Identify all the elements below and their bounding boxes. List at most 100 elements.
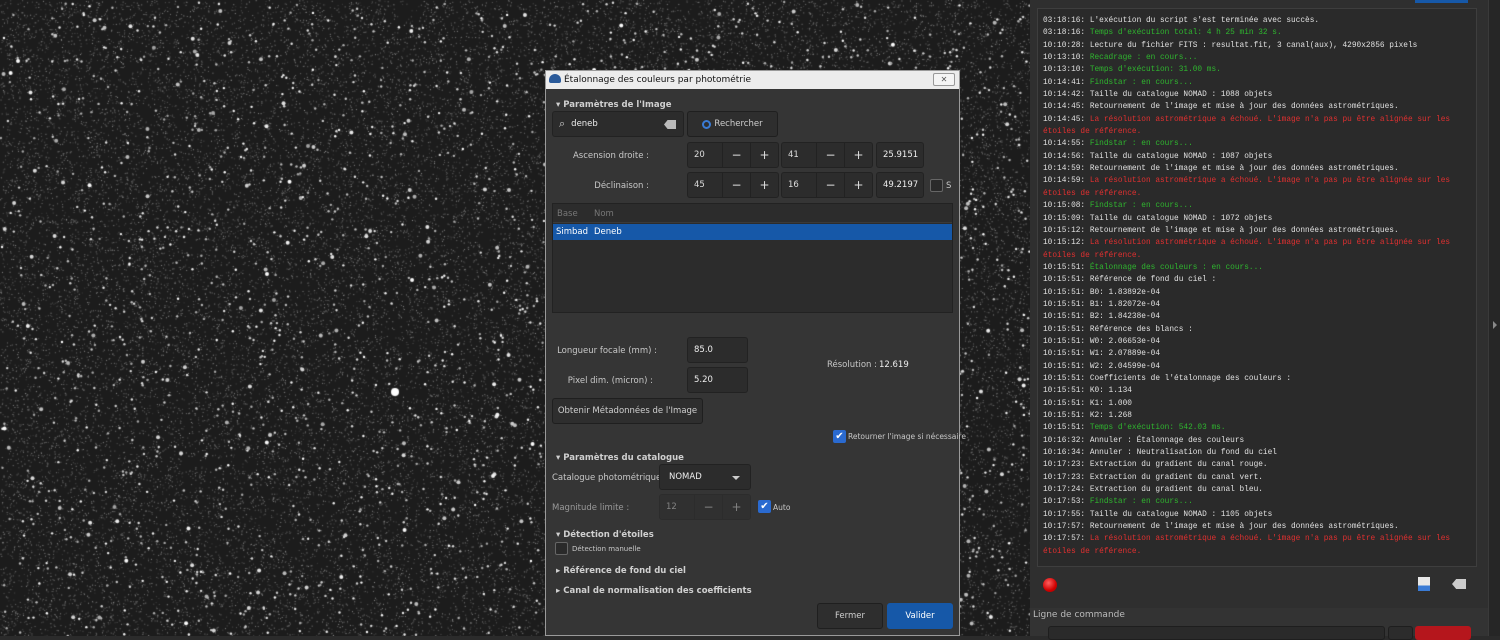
log-message: Retournement de l'image et mise à jour d… [1089,103,1399,112]
section-star-detection[interactable]: ▾ Détection d'étoiles [556,530,654,540]
ra-hours-spinbox[interactable]: 20− + [687,142,779,168]
log-message: Temps d'exécution total: 4 h 25 min 32 s… [1089,29,1282,38]
search-button[interactable]: Rechercher [687,111,778,137]
minus-button[interactable]: − [722,173,750,197]
log-line: 10:15:12: Retournement de l'image et mis… [1043,225,1471,237]
ra-minutes-spinbox[interactable]: 41− + [781,142,873,168]
plus-button[interactable]: + [750,143,778,167]
dec-minutes-value[interactable]: 16 [782,173,816,197]
get-metadata-button[interactable]: Obtenir Métadonnées de l'Image [552,398,703,424]
ra-minutes-value[interactable]: 41 [782,143,816,167]
dec-degrees-spinbox[interactable]: 45− + [687,172,779,198]
log-timestamp: 10:15:09: [1043,214,1086,223]
log-line: 10:15:12: La résolution astrométrique a … [1043,237,1471,262]
dec-minutes-spinbox[interactable]: 16− + [781,172,873,198]
clear-search-icon[interactable] [664,120,676,129]
dec-label: Déclinaison : [594,181,649,191]
plus-button[interactable]: + [844,143,872,167]
minus-button[interactable]: − [816,143,844,167]
log-message: Étalonnage des couleurs : en cours... [1089,263,1263,272]
log-line: 10:14:42: Taille du catalogue NOMAD : 10… [1043,89,1471,101]
log-line: 10:14:56: Taille du catalogue NOMAD : 10… [1043,151,1471,163]
log-message: Taille du catalogue NOMAD : 1087 objets [1089,152,1273,161]
status-red-dot-icon [1043,578,1057,592]
focal-length-field[interactable]: 85.0 [687,337,748,363]
close-icon[interactable]: ✕ [933,73,955,86]
color-calibration-dialog: Étalonnage des couleurs par photométrie … [545,70,966,636]
log-message: Findstar : en cours... [1089,78,1193,87]
dialog-titlebar[interactable]: Étalonnage des couleurs par photométrie … [546,71,959,89]
close-button[interactable]: Fermer [817,603,883,629]
log-line: 10:16:34: Annuler : Neutralisation du fo… [1043,447,1471,459]
log-line: 10:10:28: Lecture du fichier FITS : resu… [1043,40,1471,52]
log-message: Taille du catalogue NOMAD : 1088 objets [1089,91,1273,100]
history-button[interactable] [1388,626,1413,640]
log-timestamp: 10:14:59: [1043,165,1086,174]
section-normalisation[interactable]: ▸ Canal de normalisation des coefficient… [556,586,752,596]
minus-button[interactable]: − [722,143,750,167]
dec-seconds-field[interactable]: 49.2197 [876,172,924,198]
ra-seconds-field[interactable]: 25.9151 [876,142,924,168]
log-message: Findstar : en cours... [1089,140,1193,149]
column-header-nom[interactable]: Nom [594,209,614,219]
column-header-base[interactable]: Base [557,209,578,219]
log-line: 10:17:57: Retournement de l'image et mis… [1043,521,1471,533]
log-message: K0: 1.134 [1089,387,1132,396]
section-catalogue-params[interactable]: ▾ Paramètres du catalogue [556,453,684,463]
ra-hours-value[interactable]: 20 [688,143,722,167]
cell-base: Simbad [556,227,589,237]
maglim-spinbox: 12 − + [659,494,751,520]
search-value: deneb [571,119,598,129]
dec-degrees-value[interactable]: 45 [688,173,722,197]
log-timestamp: 03:18:16: [1043,29,1086,38]
panel-side-handle[interactable] [1488,0,1500,636]
app-logo-icon [549,74,561,83]
section-image-params[interactable]: ▾ Paramètres de l'Image [556,100,672,110]
log-line: 10:15:51: Référence des blancs : [1043,324,1471,336]
south-checkbox[interactable] [930,179,943,192]
clear-log-icon[interactable] [1452,579,1466,589]
log-line: 10:14:41: Findstar : en cours... [1043,77,1471,89]
stop-button[interactable] [1415,626,1471,640]
cell-nom: Deneb [594,227,622,237]
log-line: 10:15:51: B1: 1.82072e-04 [1043,299,1471,311]
catalogue-dropdown[interactable]: NOMAD [659,464,751,490]
scroll-to-end-icon[interactable] [1418,577,1430,591]
log-timestamp: 10:15:51: [1043,313,1086,322]
log-message: Findstar : en cours... [1089,498,1193,507]
log-message: K2: 1.268 [1089,412,1132,420]
magnifier-icon [702,119,712,129]
auto-label: Auto [773,503,791,512]
log-output[interactable]: 03:18:16: L'exécution du script s'est te… [1037,8,1477,567]
log-timestamp: 10:15:51: [1043,399,1086,408]
log-message: La résolution astrométrique a échoué. L'… [1043,177,1455,198]
resolution-value: 12.619 [879,360,909,370]
log-line: 10:14:45: La résolution astrométrique a … [1043,114,1471,139]
manual-detection-checkbox[interactable] [555,542,568,555]
log-line: 10:17:24: Extraction du gradient du cana… [1043,484,1471,496]
plus-button[interactable]: + [750,173,778,197]
apply-button[interactable]: Valider [887,603,953,629]
log-line: 10:14:59: Retournement de l'image et mis… [1043,163,1471,175]
resolution-label: Résolution : [827,360,877,370]
log-message: W1: 2.07889e-04 [1089,350,1160,359]
log-timestamp: 10:17:23: [1043,461,1086,470]
pixel-size-field[interactable]: 5.20 [687,367,748,393]
top-button[interactable] [1415,0,1468,3]
log-line: 10:15:51: Étalonnage des couleurs : en c… [1043,262,1471,274]
table-row[interactable]: Simbad Deneb [553,224,952,240]
plus-button[interactable]: + [844,173,872,197]
log-message: B2: 1.84238e-04 [1089,313,1160,322]
section-background-ref[interactable]: ▸ Référence de fond du ciel [556,566,686,576]
minus-button[interactable]: − [816,173,844,197]
flip-image-checkbox[interactable]: ✔ [833,430,846,443]
log-message: Temps d'exécution: 542.03 ms. [1089,424,1226,433]
log-timestamp: 10:14:42: [1043,91,1086,100]
log-line: 10:15:51: Temps d'exécution: 542.03 ms. [1043,422,1471,434]
search-input[interactable]: ⌕ deneb [552,111,684,137]
log-timestamp: 10:10:28: [1043,41,1086,50]
command-input[interactable] [1048,626,1385,640]
expand-arrow-icon[interactable] [1493,321,1497,329]
auto-checkbox[interactable]: ✔ [758,500,771,513]
log-message: Retournement de l'image et mise à jour d… [1089,165,1399,174]
